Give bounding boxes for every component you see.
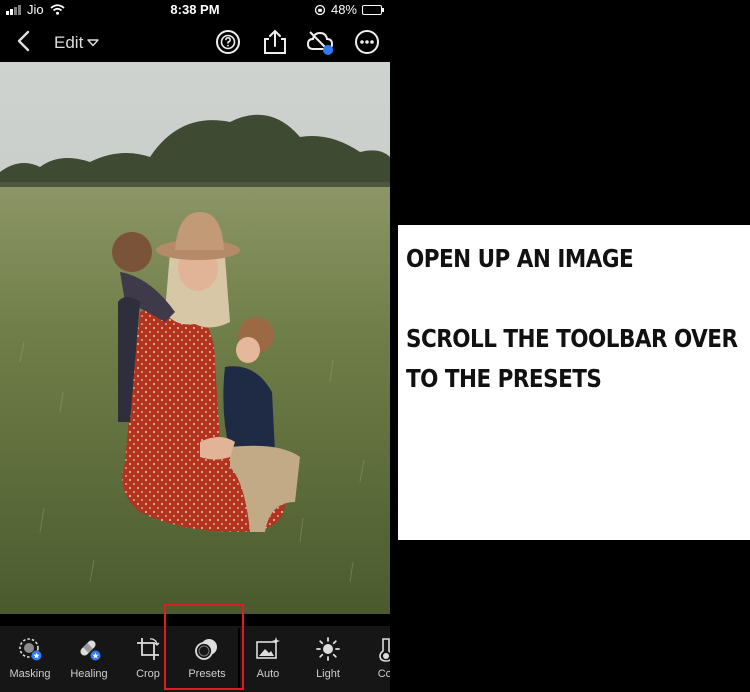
instruction-line-3: TO THE PRESETS [406, 364, 602, 393]
tool-light[interactable]: Light [308, 626, 348, 692]
phone-screen: Jio 8:38 PM 48% Edit Masking Healing Cro… [0, 0, 390, 692]
tool-crop-label: Crop [136, 668, 160, 680]
cloud-sync-icon[interactable] [306, 28, 336, 56]
color-icon [379, 638, 390, 662]
photo-canvas[interactable] [0, 62, 390, 614]
instruction-card: OPEN UP AN IMAGE SCROLL THE TOOLBAR OVER… [398, 225, 750, 540]
back-icon[interactable] [12, 28, 36, 54]
app-top-bar: Edit [0, 20, 390, 62]
edit-mode-dropdown[interactable]: Edit [54, 33, 99, 53]
masking-icon [19, 638, 42, 661]
auto-icon [256, 637, 280, 659]
battery-icon [362, 4, 384, 15]
tool-crop[interactable]: Crop [128, 626, 168, 692]
instruction-line-2: SCROLL THE TOOLBAR OVER [406, 324, 738, 353]
light-icon [316, 637, 340, 661]
tool-auto-label: Auto [256, 668, 280, 680]
help-icon[interactable] [214, 28, 242, 56]
status-right: 48% [314, 2, 384, 17]
tool-healing-label: Healing [70, 668, 108, 680]
healing-icon [80, 640, 101, 661]
tool-masking-label: Masking [9, 668, 51, 680]
instruction-spacer [406, 279, 742, 319]
instruction-line-1: OPEN UP AN IMAGE [406, 244, 634, 273]
tool-healing[interactable]: Healing [66, 626, 112, 692]
edit-mode-label: Edit [54, 33, 84, 52]
tool-color[interactable]: Col [366, 626, 390, 692]
tool-masking[interactable]: Masking [8, 626, 52, 692]
battery-percent: 48% [330, 2, 357, 17]
orientation-lock-icon [314, 4, 326, 15]
status-bar: Jio 8:38 PM 48% [0, 0, 390, 20]
tool-auto[interactable]: Auto [248, 626, 288, 692]
crop-icon [137, 638, 160, 660]
chevron-down-icon [87, 39, 99, 47]
share-icon[interactable] [261, 28, 289, 56]
tool-light-label: Light [316, 668, 340, 680]
presets-highlight-box [164, 604, 244, 690]
tool-color-label: Col [377, 668, 390, 680]
more-icon[interactable] [353, 28, 381, 56]
